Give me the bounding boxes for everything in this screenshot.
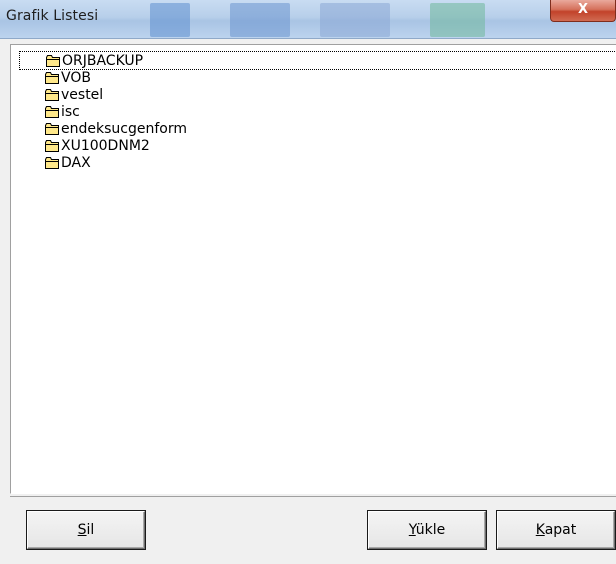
chart-list[interactable]: ORJBACKUP VOB vestel isc endeksucgenform XU10… xyxy=(10,44,616,494)
load-button-label: ükle xyxy=(416,522,445,538)
close-dialog-button[interactable]: Kapat xyxy=(497,511,615,549)
list-item[interactable]: vestel xyxy=(20,86,616,103)
load-button-mnemonic: Y xyxy=(409,522,416,538)
chart-list-items: ORJBACKUP VOB vestel isc endeksucgenform XU10… xyxy=(20,52,616,171)
folder-icon xyxy=(45,72,59,84)
delete-button-mnemonic: S xyxy=(78,522,87,538)
list-item-label: vestel xyxy=(61,87,103,103)
title-bar-backdrop xyxy=(230,3,290,37)
folder-icon xyxy=(45,106,59,118)
delete-button[interactable]: Sil xyxy=(27,511,145,549)
window-title: Grafik Listesi xyxy=(6,8,98,24)
list-item[interactable]: VOB xyxy=(20,69,616,86)
list-item-label: isc xyxy=(61,104,80,120)
folder-icon xyxy=(45,140,59,152)
list-item-label: VOB xyxy=(61,70,91,86)
list-item[interactable]: ORJBACKUP xyxy=(20,52,616,69)
close-dialog-button-mnemonic: K xyxy=(536,522,545,538)
list-item-label: endeksucgenform xyxy=(61,121,187,137)
close-button[interactable]: X xyxy=(550,0,616,22)
close-dialog-button-label: apat xyxy=(545,522,577,538)
list-item[interactable]: DAX xyxy=(20,154,616,171)
list-item[interactable]: isc xyxy=(20,103,616,120)
title-bar-backdrop xyxy=(150,3,190,37)
title-bar-backdrop xyxy=(430,3,485,37)
folder-icon xyxy=(45,89,59,101)
title-bar-backdrop xyxy=(320,3,390,37)
close-icon: X xyxy=(578,2,588,17)
folder-icon xyxy=(45,157,59,169)
list-item[interactable]: XU100DNM2 xyxy=(20,137,616,154)
list-item-label: XU100DNM2 xyxy=(61,138,150,154)
delete-button-label: il xyxy=(87,522,95,538)
load-button[interactable]: Yükle xyxy=(368,511,486,549)
list-item-label: DAX xyxy=(61,155,91,171)
list-item-label: ORJBACKUP xyxy=(62,53,143,69)
list-item[interactable]: endeksucgenform xyxy=(20,120,616,137)
title-bar[interactable]: Grafik Listesi X xyxy=(0,0,616,39)
divider xyxy=(10,496,616,497)
folder-icon xyxy=(46,55,60,67)
folder-icon xyxy=(45,123,59,135)
